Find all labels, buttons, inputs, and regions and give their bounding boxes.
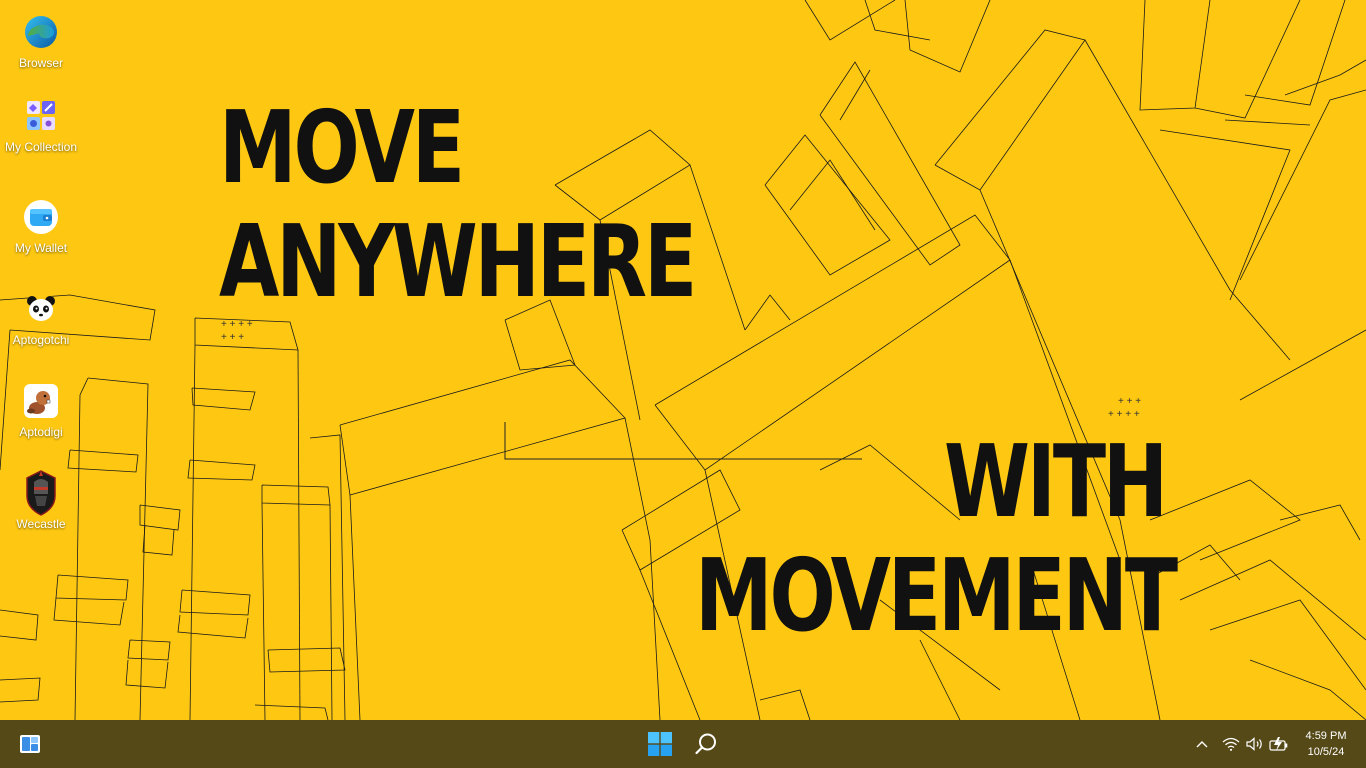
panda-icon: [23, 291, 59, 327]
chevron-up-icon: [1196, 741, 1208, 748]
edge-browser-icon: [23, 14, 59, 50]
headline-line-4: MOVEMENT: [695, 537, 1178, 654]
wifi-button[interactable]: [1220, 733, 1242, 755]
battery-button[interactable]: [1268, 733, 1290, 755]
taskbar: 4:59 PM 10/5/24: [0, 720, 1366, 768]
clock-date: 10/5/24: [1307, 746, 1345, 758]
desktop-icon-my-wallet[interactable]: My Wallet: [3, 199, 79, 257]
widgets-button[interactable]: [14, 728, 46, 760]
widgets-icon: [20, 735, 40, 753]
desktop-icon-label: My Collection: [4, 140, 78, 154]
volume-button[interactable]: [1244, 733, 1266, 755]
windows-start-icon: [648, 732, 672, 756]
search-icon: [695, 733, 716, 755]
collection-icon: [23, 98, 59, 134]
headline-line-2: ANYWHERE: [219, 203, 697, 320]
plus-marks: + + +: [221, 332, 244, 343]
battery-charging-icon: [1269, 737, 1288, 751]
beaver-icon: [23, 383, 59, 419]
start-button[interactable]: [644, 728, 676, 760]
desktop-icon-aptogotchi[interactable]: Aptogotchi: [3, 291, 79, 349]
clock[interactable]: 4:59 PM 10/5/24: [1296, 728, 1356, 760]
desktop-icon-my-collection[interactable]: My Collection: [3, 98, 79, 156]
knight-icon: [23, 470, 59, 516]
headline-line-3: WITH: [944, 423, 1168, 540]
desktop-icon-label: Aptogotchi: [12, 333, 70, 347]
desktop-icon-label: Wecastle: [16, 517, 66, 531]
plus-marks: + + +: [1118, 396, 1141, 407]
desktop-icon-label: Aptodigi: [19, 425, 63, 439]
clock-time: 4:59 PM: [1305, 730, 1347, 742]
plus-marks: + + + +: [1108, 409, 1140, 420]
desktop-icon-label: My Wallet: [14, 241, 68, 255]
wifi-icon: [1222, 737, 1240, 751]
desktop[interactable]: + + + + + + + + + + + + + + MOVE ANYWHER…: [0, 0, 1366, 720]
desktop-icon-browser[interactable]: Browser: [3, 14, 79, 72]
headline-line-1: MOVE: [219, 89, 465, 206]
wallet-icon: [23, 199, 59, 235]
desktop-icon-label: Browser: [18, 56, 63, 70]
desktop-icon-wecastle[interactable]: Wecastle: [3, 470, 79, 533]
plus-marks: + + + +: [221, 319, 253, 330]
tray-overflow-button[interactable]: [1192, 734, 1212, 754]
search-button[interactable]: [690, 728, 722, 760]
volume-icon: [1246, 737, 1262, 751]
desktop-icon-aptodigi[interactable]: Aptodigi: [3, 383, 79, 441]
